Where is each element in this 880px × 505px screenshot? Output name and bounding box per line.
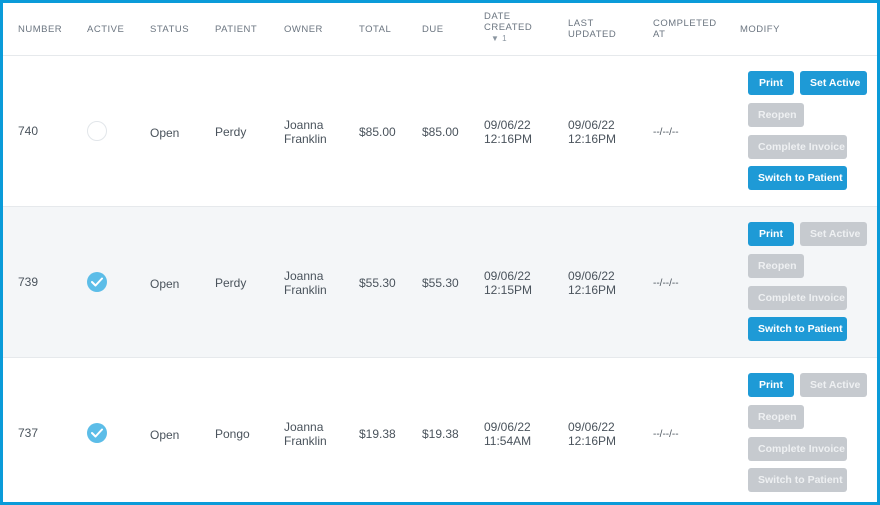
col-completed-at-header[interactable]: COMPLETED AT bbox=[653, 18, 717, 40]
owner-name: Joanna Franklin bbox=[284, 118, 327, 146]
owner-first-name: Joanna bbox=[284, 420, 324, 434]
date-created-time: 11:54AM bbox=[484, 434, 532, 448]
owner-first-name: Joanna bbox=[284, 269, 324, 283]
set-active-button[interactable]: Set Active bbox=[800, 71, 867, 95]
last-updated-time: 12:16PM bbox=[568, 283, 617, 297]
invoice-table: NUMBER ACTIVE STATUS PATIENT OWNER TOTAL… bbox=[0, 0, 880, 505]
checkmark-circle-icon[interactable] bbox=[87, 272, 107, 292]
col-last-updated-label-2: UPDATED bbox=[568, 29, 617, 40]
print-button[interactable]: Print bbox=[748, 71, 794, 95]
sort-down-icon[interactable]: ▼ 1 bbox=[484, 33, 532, 44]
col-date-created-label-2: CREATED bbox=[484, 22, 533, 33]
due-amount: $85.00 bbox=[422, 125, 459, 139]
complete-invoice-button[interactable]: Complete Invoice bbox=[748, 437, 847, 461]
table-header: NUMBER ACTIVE STATUS PATIENT OWNER TOTAL… bbox=[3, 3, 877, 56]
owner-name: Joanna Franklin bbox=[284, 420, 327, 448]
patient-name: Pongo bbox=[215, 427, 250, 441]
date-created: 09/06/22 11:54AM bbox=[484, 420, 531, 448]
col-date-created-label-1: DATE bbox=[484, 11, 511, 22]
table-row[interactable]: 739 Open Perdy Joanna Franklin $55.30 $5… bbox=[3, 207, 877, 358]
total-amount: $55.30 bbox=[359, 276, 396, 290]
completed-at: --/--/-- bbox=[653, 127, 679, 138]
print-button[interactable]: Print bbox=[748, 373, 794, 397]
date-created-time: 12:15PM bbox=[484, 283, 533, 297]
last-updated-date: 09/06/22 bbox=[568, 269, 615, 283]
date-created: 09/06/22 12:15PM bbox=[484, 269, 532, 297]
switch-to-patient-button[interactable]: Switch to Patient bbox=[748, 317, 847, 341]
col-status-header[interactable]: STATUS bbox=[150, 24, 189, 35]
checkmark-circle-icon[interactable] bbox=[87, 423, 107, 443]
invoice-number[interactable]: 737 bbox=[18, 426, 38, 440]
last-updated-time: 12:16PM bbox=[568, 434, 617, 448]
patient-name: Perdy bbox=[215, 125, 247, 139]
set-active-button[interactable]: Set Active bbox=[800, 373, 867, 397]
last-updated: 09/06/22 12:16PM bbox=[568, 269, 616, 297]
last-updated: 09/06/22 12:16PM bbox=[568, 420, 616, 448]
table-row[interactable]: 740 Open Perdy Joanna Franklin $85.00 $8… bbox=[3, 56, 877, 207]
col-last-updated-label-1: LAST bbox=[568, 18, 594, 29]
patient-name: Perdy bbox=[215, 276, 247, 290]
owner-last-name: Franklin bbox=[284, 132, 327, 146]
active-radio[interactable] bbox=[87, 121, 107, 141]
total-amount: $85.00 bbox=[359, 125, 396, 139]
switch-to-patient-button[interactable]: Switch to Patient bbox=[748, 166, 847, 190]
owner-first-name: Joanna bbox=[284, 118, 324, 132]
col-number-header[interactable]: NUMBER bbox=[18, 24, 62, 35]
invoice-number[interactable]: 740 bbox=[18, 124, 38, 138]
reopen-button[interactable]: Reopen bbox=[748, 103, 804, 127]
date-created-time: 12:16PM bbox=[484, 132, 533, 146]
last-updated-date: 09/06/22 bbox=[568, 118, 615, 132]
col-completed-at-label-2: AT bbox=[653, 29, 666, 40]
col-owner-header[interactable]: OWNER bbox=[284, 24, 323, 35]
status-text: Open bbox=[150, 126, 180, 140]
total-amount: $19.38 bbox=[359, 427, 396, 441]
completed-at: --/--/-- bbox=[653, 278, 679, 289]
last-updated-date: 09/06/22 bbox=[568, 420, 615, 434]
owner-name: Joanna Franklin bbox=[284, 269, 327, 297]
col-date-created-header[interactable]: DATE CREATED ▼ 1 bbox=[484, 11, 532, 44]
col-active-header[interactable]: ACTIVE bbox=[87, 24, 124, 35]
col-due-header[interactable]: DUE bbox=[422, 24, 444, 35]
last-updated-time: 12:16PM bbox=[568, 132, 617, 146]
status-text: Open bbox=[150, 428, 180, 442]
print-button[interactable]: Print bbox=[748, 222, 794, 246]
last-updated: 09/06/22 12:16PM bbox=[568, 118, 616, 146]
owner-last-name: Franklin bbox=[284, 434, 327, 448]
date-created: 09/06/22 12:16PM bbox=[484, 118, 532, 146]
table-row[interactable]: 737 Open Pongo Joanna Franklin $19.38 $1… bbox=[3, 358, 877, 502]
due-amount: $55.30 bbox=[422, 276, 459, 290]
status-text: Open bbox=[150, 277, 180, 291]
col-completed-at-label-1: COMPLETED bbox=[653, 18, 717, 29]
col-last-updated-header[interactable]: LAST UPDATED bbox=[568, 18, 616, 40]
completed-at: --/--/-- bbox=[653, 429, 679, 440]
complete-invoice-button[interactable]: Complete Invoice bbox=[748, 135, 847, 159]
due-amount: $19.38 bbox=[422, 427, 459, 441]
date-created-date: 09/06/22 bbox=[484, 118, 531, 132]
reopen-button[interactable]: Reopen bbox=[748, 405, 804, 429]
col-patient-header[interactable]: PATIENT bbox=[215, 24, 257, 35]
complete-invoice-button[interactable]: Complete Invoice bbox=[748, 286, 847, 310]
col-total-header[interactable]: TOTAL bbox=[359, 24, 391, 35]
owner-last-name: Franklin bbox=[284, 283, 327, 297]
invoice-number[interactable]: 739 bbox=[18, 275, 38, 289]
switch-to-patient-button[interactable]: Switch to Patient bbox=[748, 468, 847, 492]
col-modify-header: MODIFY bbox=[740, 24, 780, 35]
reopen-button[interactable]: Reopen bbox=[748, 254, 804, 278]
date-created-date: 09/06/22 bbox=[484, 420, 531, 434]
date-created-date: 09/06/22 bbox=[484, 269, 531, 283]
set-active-button[interactable]: Set Active bbox=[800, 222, 867, 246]
